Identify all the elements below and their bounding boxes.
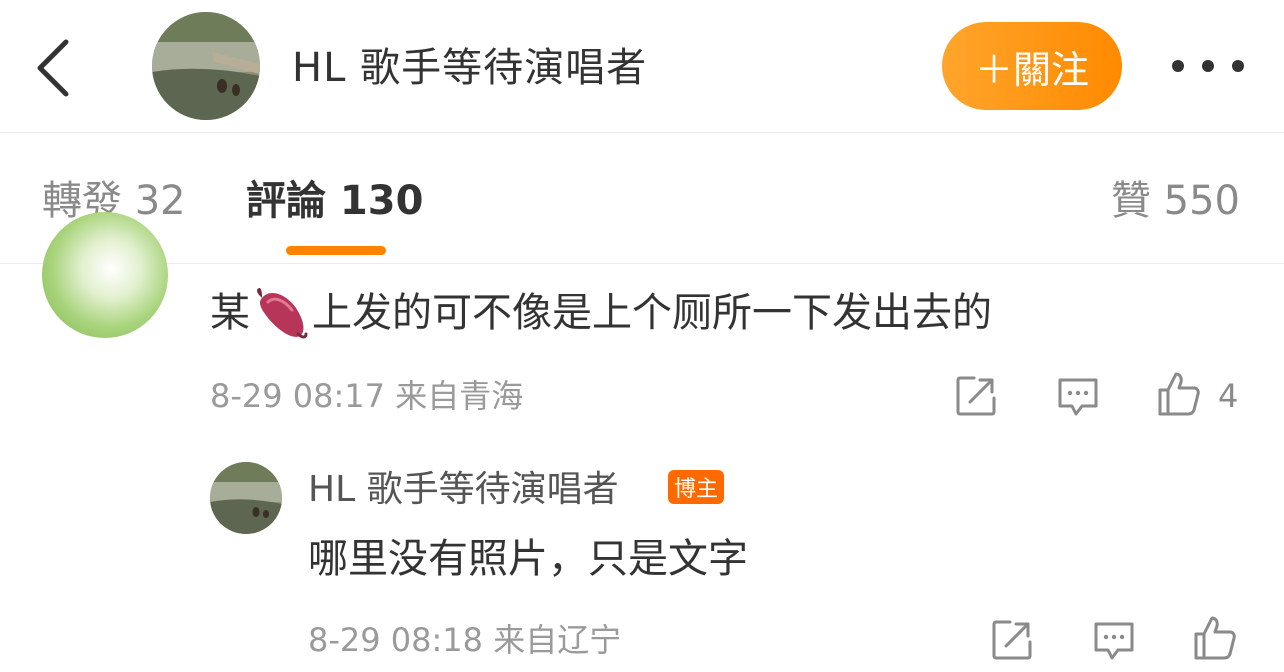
top-bar: HL 歌手等待演唱者 ＋關注 bbox=[0, 0, 1284, 133]
reply-text: 哪里没有照片，只是文字 bbox=[308, 536, 748, 582]
reply-comment-button[interactable] bbox=[1090, 616, 1138, 664]
share-icon bbox=[992, 620, 1032, 660]
reply-meta: 8-29 08:18 来自辽宁 bbox=[308, 621, 622, 659]
author-badge: 博主 bbox=[668, 470, 724, 504]
dot-icon bbox=[1172, 60, 1184, 72]
dot-icon bbox=[1232, 60, 1244, 72]
comment-icon bbox=[1094, 622, 1134, 660]
comment-text: 某 上发的可不像是上个厕所一下发出去的 bbox=[210, 284, 992, 342]
commenter-avatar[interactable] bbox=[42, 212, 168, 338]
comment-icon bbox=[1058, 378, 1098, 416]
thumbs-up-icon bbox=[1194, 616, 1236, 660]
page-title: HL 歌手等待演唱者 bbox=[292, 45, 648, 91]
comment-text-before: 某 bbox=[210, 290, 250, 336]
profile-avatar[interactable] bbox=[152, 12, 260, 120]
tab-likes[interactable]: 贊 550 bbox=[1111, 175, 1240, 227]
sweet-potato-icon bbox=[252, 284, 310, 342]
back-button[interactable] bbox=[30, 36, 80, 100]
chevron-left-icon bbox=[37, 39, 69, 97]
like-button[interactable] bbox=[1154, 370, 1202, 418]
repost-button[interactable] bbox=[952, 372, 1000, 420]
tab-comments[interactable]: 評論 130 bbox=[246, 175, 423, 227]
reply-repost-button[interactable] bbox=[988, 616, 1036, 664]
follow-button[interactable]: ＋關注 bbox=[942, 22, 1122, 110]
reply-author-name[interactable]: HL 歌手等待演唱者 bbox=[308, 466, 619, 514]
share-icon bbox=[956, 376, 996, 416]
dot-icon bbox=[1202, 60, 1214, 72]
reply-author-avatar[interactable] bbox=[210, 462, 282, 534]
reply-like-button[interactable] bbox=[1190, 614, 1238, 662]
comment-meta: 8-29 08:17 来自青海 bbox=[210, 377, 524, 415]
like-count: 4 bbox=[1218, 377, 1239, 415]
active-tab-indicator bbox=[286, 246, 386, 255]
thumbs-up-icon bbox=[1158, 372, 1200, 416]
comment-text-after: 上发的可不像是上个厕所一下发出去的 bbox=[312, 290, 992, 336]
more-options-button[interactable] bbox=[1172, 46, 1244, 86]
reply-button[interactable] bbox=[1054, 372, 1102, 420]
tab-bar: 轉發 32 評論 130 贊 550 bbox=[0, 133, 1284, 264]
